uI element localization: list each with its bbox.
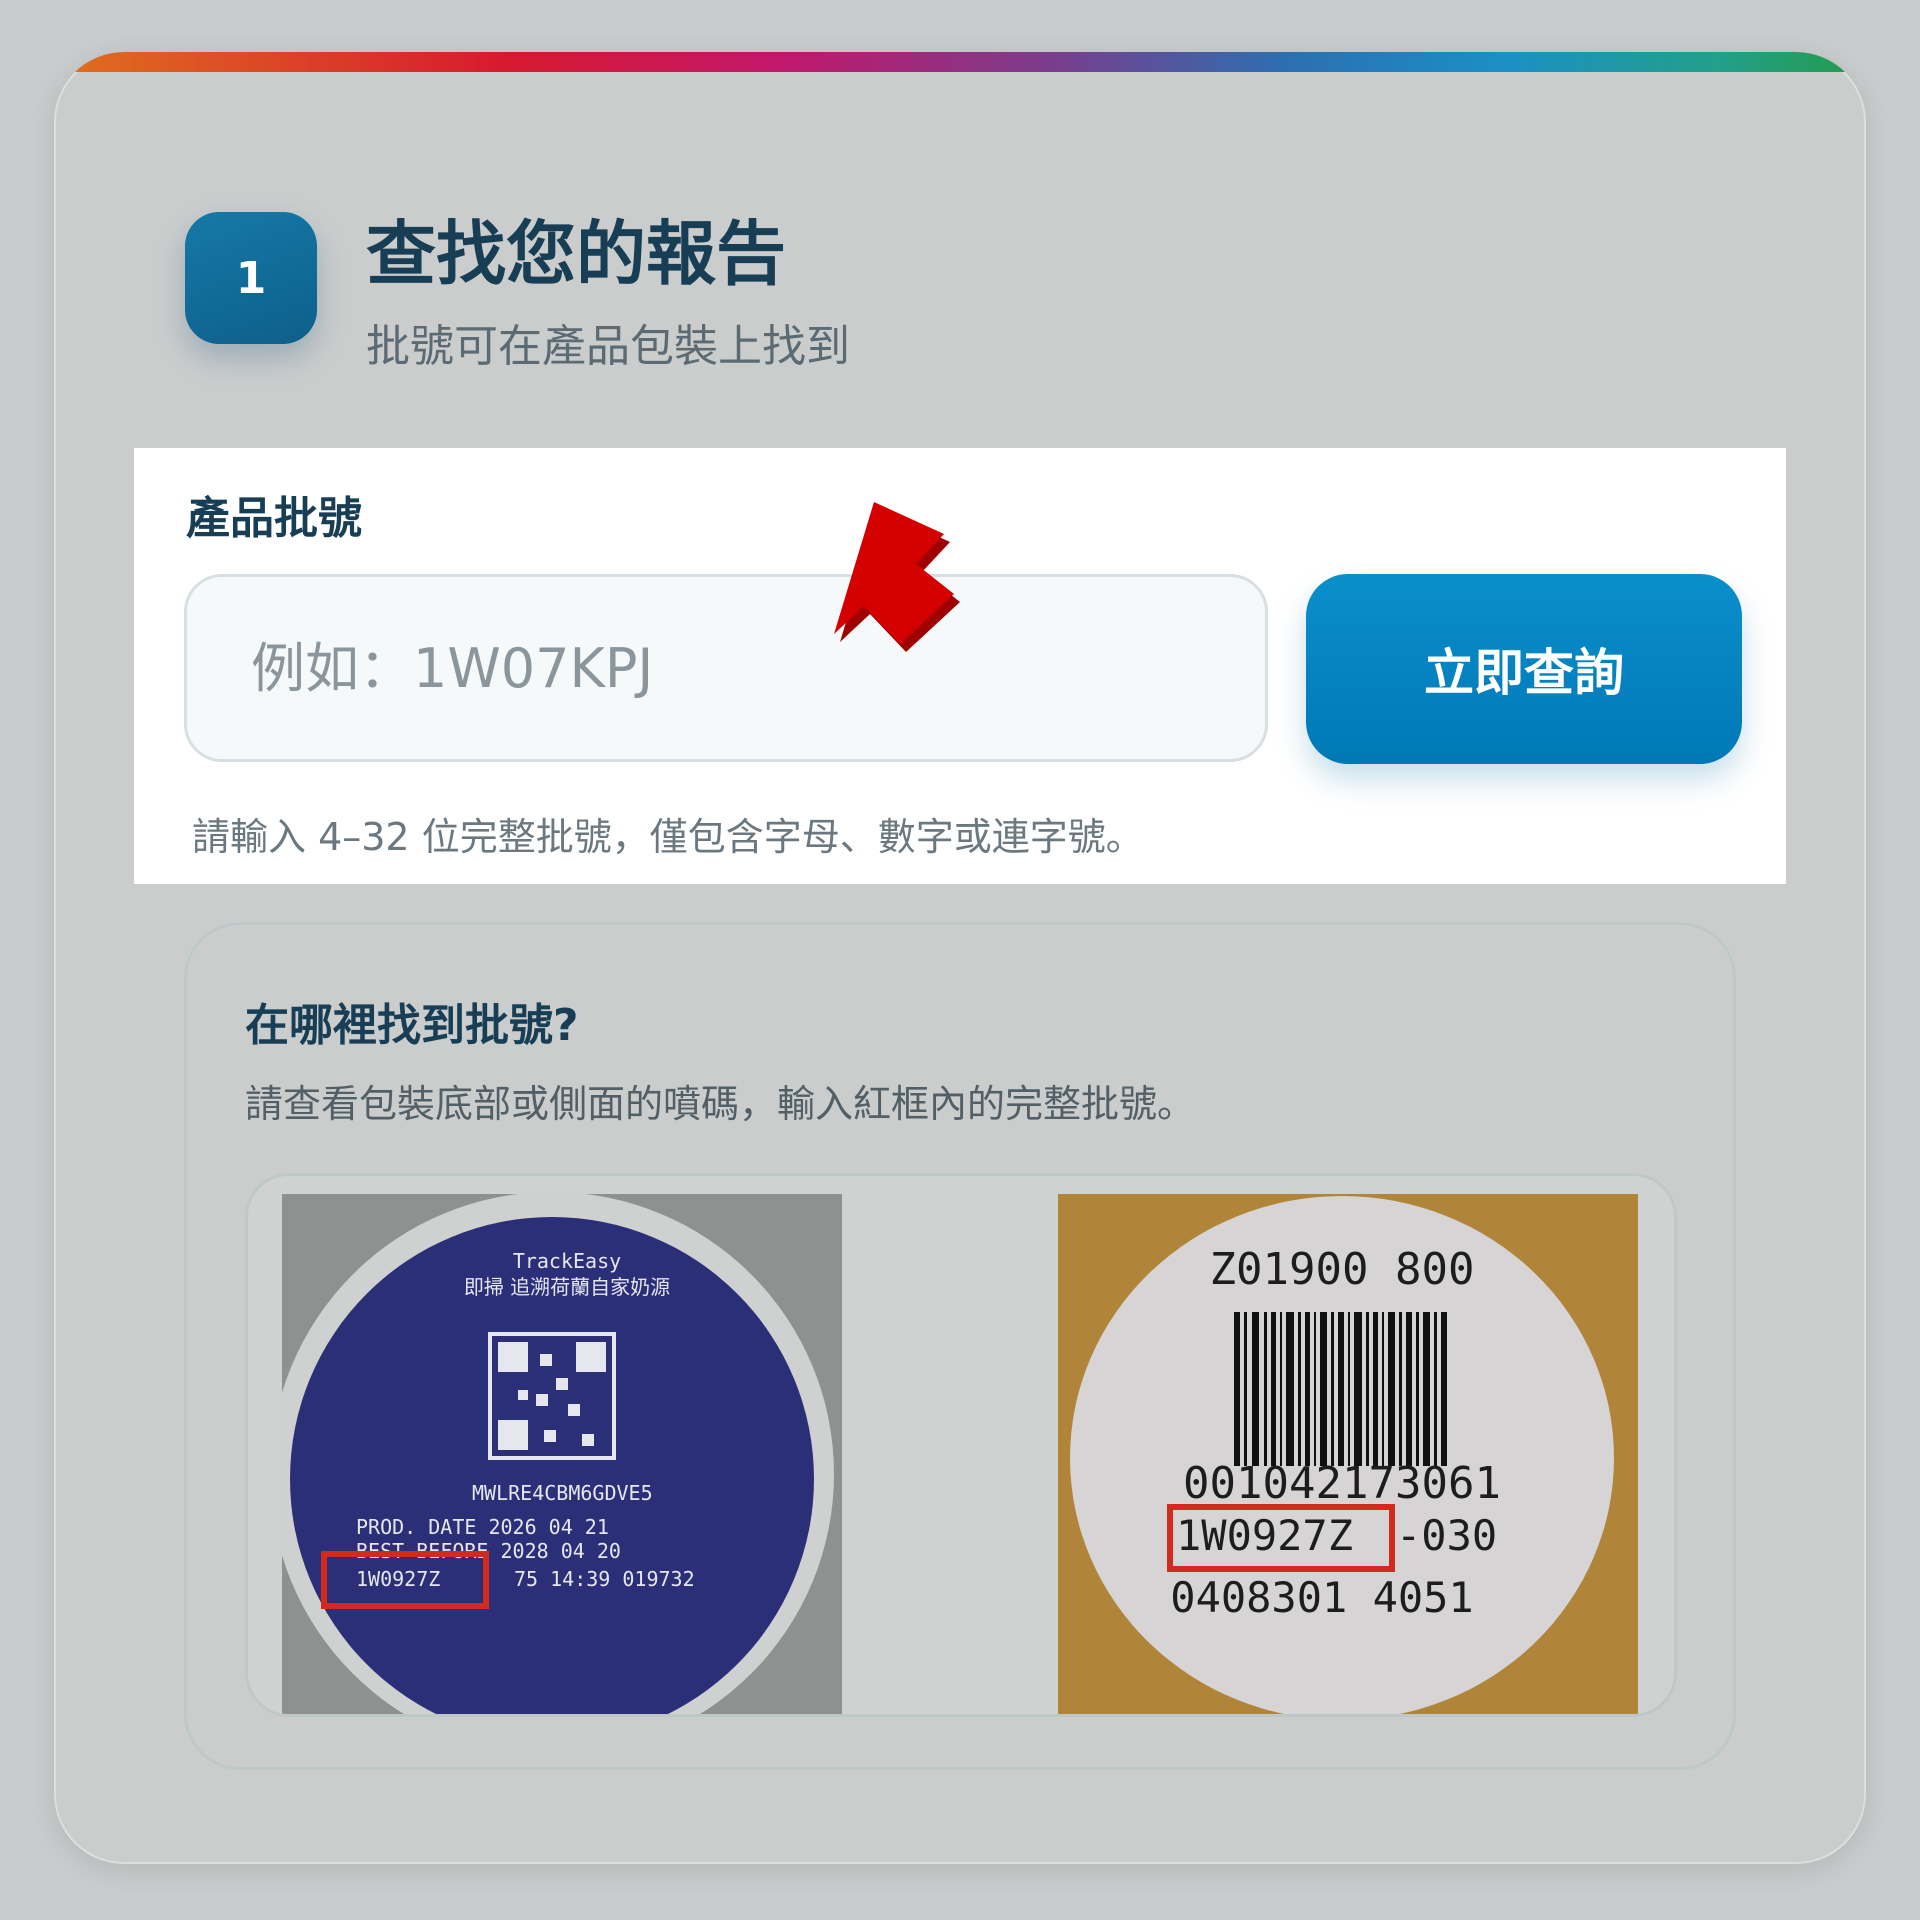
example-images: TrackEasy 即掃 追溯荷蘭自家奶源 MWLRE4CBM6GDVE5 PR… — [245, 1173, 1677, 1717]
batch-form: 產品批號 立即查詢 請輸入 4–32 位完整批號，僅包含字母、數字或連字號。 — [134, 448, 1786, 884]
red-arrow-icon — [834, 502, 960, 652]
batch-number-input[interactable] — [184, 574, 1268, 762]
batch-field-label: 產品批號 — [186, 493, 362, 544]
lookup-card: 1 查找您的報告 批號可在產品包裝上找到 產品批號 立即查詢 請輸入 4–32 … — [54, 52, 1866, 1864]
can-batch-number: 1W0927Z — [356, 1567, 440, 1591]
can-trailing-code: 75 14:39 019732 — [514, 1567, 695, 1591]
sticker-number: 001042173061 — [1183, 1458, 1501, 1509]
sticker-batch-number: 1W0927Z — [1176, 1511, 1353, 1560]
can-code: MWLRE4CBM6GDVE5 — [472, 1481, 653, 1505]
batch-input-hint: 請輸入 4–32 位完整批號，僅包含字母、數字或連字號。 — [192, 815, 1144, 859]
can-prod-date: PROD. DATE 2026 04 21 — [356, 1515, 609, 1539]
sticker-label-photo: Z01900 800 001042173061 1W0927Z -030 040… — [1058, 1194, 1638, 1714]
page-subtitle: 批號可在產品包裝上找到 — [366, 321, 850, 372]
can-lid-photo: TrackEasy 即掃 追溯荷蘭自家奶源 MWLRE4CBM6GDVE5 PR… — [282, 1194, 842, 1714]
sticker-top-code: Z01900 800 — [1210, 1244, 1475, 1295]
sticker-batch-suffix: -030 — [1396, 1511, 1497, 1560]
page-title: 查找您的報告 — [366, 213, 786, 295]
help-description: 請查看包裝底部或側面的噴碼，輸入紅框內的完整批號。 — [245, 1082, 1196, 1126]
step-number-badge: 1 — [185, 212, 317, 344]
batch-help-panel: 在哪裡找到批號? 請查看包裝底部或側面的噴碼，輸入紅框內的完整批號。 Track… — [184, 922, 1736, 1770]
sticker-bottom-code: 0408301 4051 — [1170, 1573, 1473, 1622]
search-now-button[interactable]: 立即查詢 — [1306, 574, 1742, 764]
accent-stripe — [54, 52, 1866, 72]
can-tagline: 即掃 追溯荷蘭自家奶源 — [464, 1275, 670, 1299]
can-brand: TrackEasy — [513, 1249, 621, 1273]
help-title: 在哪裡找到批號? — [245, 1000, 579, 1051]
qr-code-icon — [488, 1332, 616, 1460]
